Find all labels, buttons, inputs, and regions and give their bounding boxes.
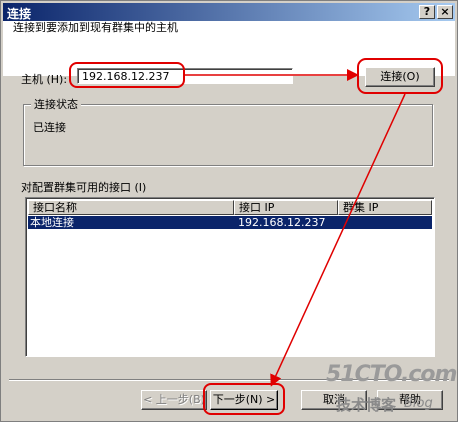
interface-name-cell: 本地连接 [30, 216, 74, 229]
connect-dialog: 连接 ? × 连接到要添加到现有群集中的主机 主机 (H): 192.168.1… [0, 0, 458, 422]
column-header-cluster-ip[interactable]: 群集 IP [338, 200, 432, 215]
host-input[interactable]: 192.168.12.237 [77, 68, 293, 84]
host-label: 主机 (H): [21, 73, 68, 86]
watermark-blog: Blog [404, 396, 433, 411]
connection-status-value: 已连接 [33, 121, 66, 134]
column-header-name[interactable]: 接口名称 [28, 200, 234, 215]
watermark-subtitle: 技术博客 [336, 396, 397, 414]
column-header-ip[interactable]: 接口 IP [234, 200, 338, 215]
interfaces-label: 对配置群集可用的接口 (I) [21, 181, 147, 194]
watermark: 51CTO.com 技术博客 Blog [326, 362, 457, 418]
close-icon[interactable]: × [437, 5, 453, 19]
interface-ip-cell: 192.168.12.237 [238, 216, 326, 229]
next-button[interactable]: 下一步(N) > [210, 390, 278, 410]
back-button[interactable]: < 上一步(B) [141, 390, 207, 410]
table-row[interactable]: 本地连接 192.168.12.237 [28, 216, 432, 229]
list-header: 接口名称 接口 IP 群集 IP [28, 200, 432, 215]
watermark-logo: 51CTO.com [326, 362, 457, 387]
help-icon[interactable]: ? [419, 5, 435, 19]
interfaces-list[interactable]: 接口名称 接口 IP 群集 IP 本地连接 192.168.12.237 [25, 197, 435, 357]
instruction-text: 连接到要添加到现有群集中的主机 [13, 21, 178, 34]
connection-status-legend: 连接状态 [31, 96, 81, 112]
connect-button[interactable]: 连接(O) [365, 67, 435, 87]
connection-status-group [23, 104, 433, 166]
